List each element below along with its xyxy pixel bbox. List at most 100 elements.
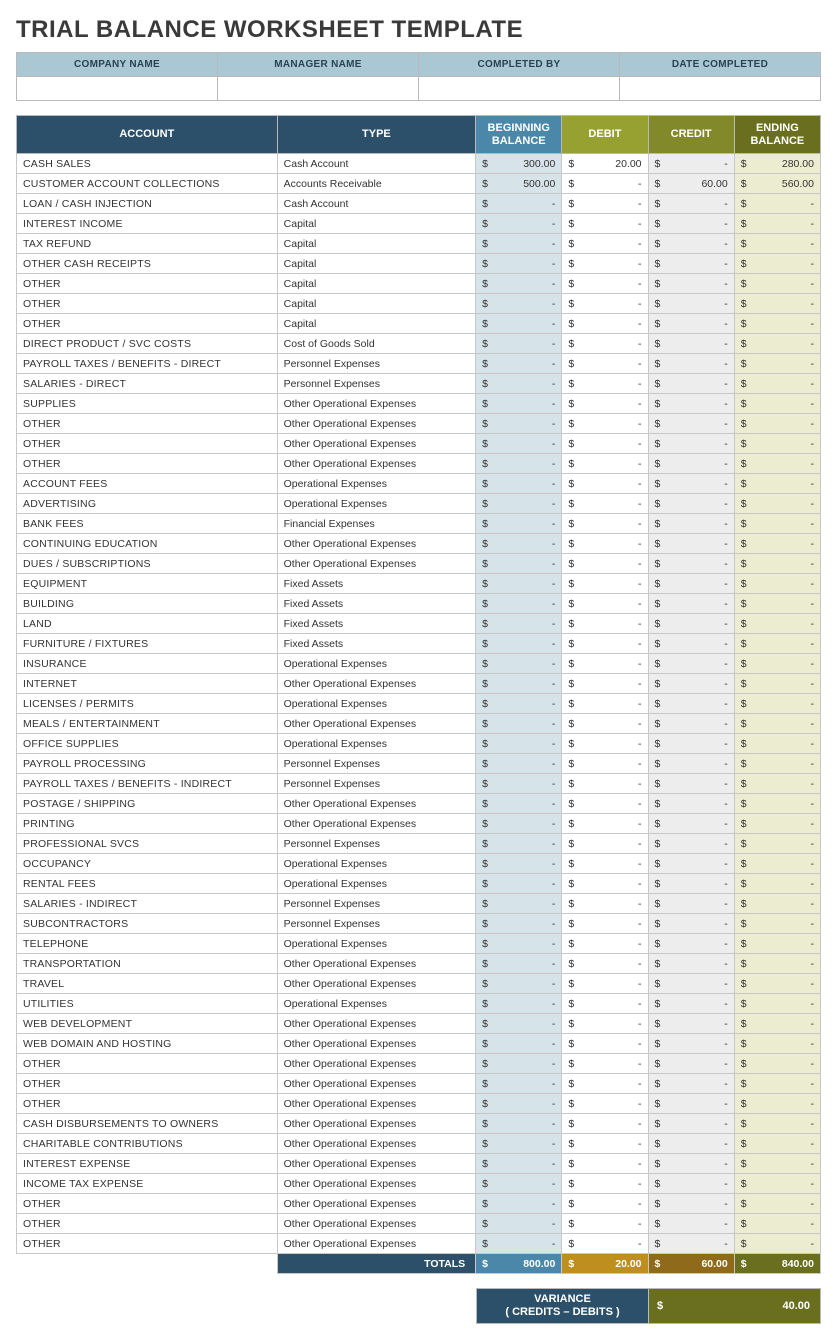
cell-credit[interactable]: -: [648, 774, 734, 794]
cell-beginning[interactable]: -: [476, 474, 562, 494]
cell-debit[interactable]: -: [562, 1154, 648, 1174]
cell-ending[interactable]: -: [734, 494, 820, 514]
cell-credit[interactable]: -: [648, 854, 734, 874]
cell-credit[interactable]: -: [648, 154, 734, 174]
cell-beginning[interactable]: -: [476, 554, 562, 574]
cell-type[interactable]: Operational Expenses: [277, 474, 475, 494]
cell-debit[interactable]: -: [562, 914, 648, 934]
cell-credit[interactable]: -: [648, 514, 734, 534]
cell-beginning[interactable]: -: [476, 1114, 562, 1134]
cell-debit[interactable]: -: [562, 1014, 648, 1034]
cell-credit[interactable]: -: [648, 1034, 734, 1054]
cell-ending[interactable]: -: [734, 214, 820, 234]
cell-beginning[interactable]: 300.00: [476, 154, 562, 174]
cell-account[interactable]: OTHER: [17, 1094, 278, 1114]
cell-credit[interactable]: -: [648, 1094, 734, 1114]
cell-beginning[interactable]: -: [476, 234, 562, 254]
cell-type[interactable]: Other Operational Expenses: [277, 1114, 475, 1134]
cell-ending[interactable]: -: [734, 454, 820, 474]
cell-credit[interactable]: -: [648, 1214, 734, 1234]
cell-credit[interactable]: -: [648, 374, 734, 394]
cell-credit[interactable]: 60.00: [648, 174, 734, 194]
cell-beginning[interactable]: -: [476, 294, 562, 314]
cell-ending[interactable]: -: [734, 774, 820, 794]
cell-beginning[interactable]: -: [476, 954, 562, 974]
cell-ending[interactable]: -: [734, 394, 820, 414]
cell-credit[interactable]: -: [648, 1174, 734, 1194]
cell-type[interactable]: Fixed Assets: [277, 594, 475, 614]
cell-account[interactable]: INCOME TAX EXPENSE: [17, 1174, 278, 1194]
cell-beginning[interactable]: -: [476, 514, 562, 534]
cell-debit[interactable]: -: [562, 594, 648, 614]
cell-type[interactable]: Accounts Receivable: [277, 174, 475, 194]
cell-account[interactable]: POSTAGE / SHIPPING: [17, 794, 278, 814]
cell-account[interactable]: OTHER CASH RECEIPTS: [17, 254, 278, 274]
cell-type[interactable]: Other Operational Expenses: [277, 1014, 475, 1034]
cell-ending[interactable]: -: [734, 234, 820, 254]
cell-account[interactable]: INTEREST EXPENSE: [17, 1154, 278, 1174]
cell-debit[interactable]: -: [562, 514, 648, 534]
cell-account[interactable]: OTHER: [17, 294, 278, 314]
cell-credit[interactable]: -: [648, 1134, 734, 1154]
cell-beginning[interactable]: -: [476, 674, 562, 694]
cell-ending[interactable]: -: [734, 1034, 820, 1054]
cell-type[interactable]: Other Operational Expenses: [277, 434, 475, 454]
cell-beginning[interactable]: -: [476, 994, 562, 1014]
cell-beginning[interactable]: -: [476, 1014, 562, 1034]
cell-account[interactable]: OTHER: [17, 1234, 278, 1254]
cell-beginning[interactable]: -: [476, 634, 562, 654]
cell-beginning[interactable]: -: [476, 794, 562, 814]
cell-debit[interactable]: -: [562, 534, 648, 554]
cell-credit[interactable]: -: [648, 974, 734, 994]
cell-account[interactable]: ACCOUNT FEES: [17, 474, 278, 494]
cell-account[interactable]: OTHER: [17, 1074, 278, 1094]
cell-account[interactable]: CUSTOMER ACCOUNT COLLECTIONS: [17, 174, 278, 194]
cell-credit[interactable]: -: [648, 534, 734, 554]
cell-account[interactable]: OTHER: [17, 434, 278, 454]
cell-account[interactable]: OTHER: [17, 314, 278, 334]
cell-credit[interactable]: -: [648, 334, 734, 354]
cell-debit[interactable]: -: [562, 294, 648, 314]
cell-credit[interactable]: -: [648, 594, 734, 614]
cell-debit[interactable]: -: [562, 654, 648, 674]
cell-debit[interactable]: -: [562, 894, 648, 914]
cell-beginning[interactable]: -: [476, 854, 562, 874]
cell-type[interactable]: Capital: [277, 314, 475, 334]
cell-ending[interactable]: -: [734, 374, 820, 394]
cell-debit[interactable]: -: [562, 854, 648, 874]
cell-ending[interactable]: -: [734, 194, 820, 214]
cell-ending[interactable]: -: [734, 634, 820, 654]
cell-account[interactable]: RENTAL FEES: [17, 874, 278, 894]
cell-account[interactable]: FURNITURE / FIXTURES: [17, 634, 278, 654]
cell-account[interactable]: TELEPHONE: [17, 934, 278, 954]
cell-beginning[interactable]: -: [476, 694, 562, 714]
cell-debit[interactable]: -: [562, 634, 648, 654]
cell-credit[interactable]: -: [648, 794, 734, 814]
cell-beginning[interactable]: -: [476, 1094, 562, 1114]
cell-ending[interactable]: -: [734, 994, 820, 1014]
cell-account[interactable]: BUILDING: [17, 594, 278, 614]
cell-ending[interactable]: -: [734, 1074, 820, 1094]
cell-ending[interactable]: -: [734, 434, 820, 454]
cell-type[interactable]: Other Operational Expenses: [277, 1194, 475, 1214]
cell-credit[interactable]: -: [648, 414, 734, 434]
cell-account[interactable]: MEALS / ENTERTAINMENT: [17, 714, 278, 734]
cell-beginning[interactable]: -: [476, 394, 562, 414]
cell-debit[interactable]: -: [562, 354, 648, 374]
cell-account[interactable]: INSURANCE: [17, 654, 278, 674]
cell-account[interactable]: LOAN / CASH INJECTION: [17, 194, 278, 214]
cell-debit[interactable]: -: [562, 194, 648, 214]
cell-ending[interactable]: -: [734, 1214, 820, 1234]
cell-account[interactable]: TRANSPORTATION: [17, 954, 278, 974]
cell-debit[interactable]: -: [562, 234, 648, 254]
cell-debit[interactable]: -: [562, 1214, 648, 1234]
cell-beginning[interactable]: -: [476, 594, 562, 614]
cell-ending[interactable]: -: [734, 334, 820, 354]
cell-type[interactable]: Other Operational Expenses: [277, 1094, 475, 1114]
cell-account[interactable]: OCCUPANCY: [17, 854, 278, 874]
cell-type[interactable]: Other Operational Expenses: [277, 1134, 475, 1154]
cell-account[interactable]: PAYROLL TAXES / BENEFITS - DIRECT: [17, 354, 278, 374]
cell-debit[interactable]: -: [562, 754, 648, 774]
cell-debit[interactable]: -: [562, 994, 648, 1014]
cell-beginning[interactable]: -: [476, 1054, 562, 1074]
